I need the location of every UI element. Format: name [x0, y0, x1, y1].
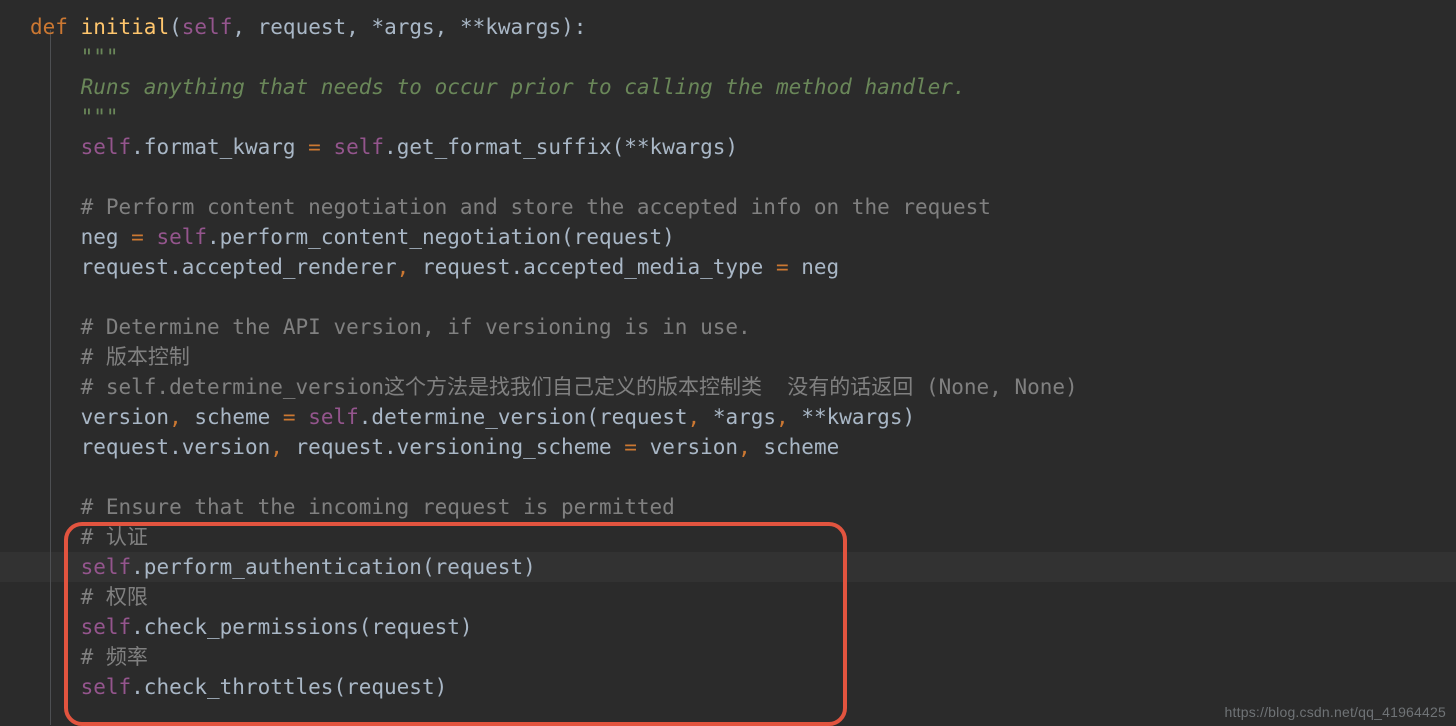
attr-format-kwarg: .format_kwarg: [131, 135, 308, 159]
paren-open: (: [169, 15, 182, 39]
comment-line: # 版本控制: [81, 345, 190, 369]
call-perform-content-negotiation: .perform_content_negotiation(request): [207, 225, 675, 249]
arg-kwargs: **kwargs): [801, 405, 915, 429]
rhs-scheme: scheme: [763, 435, 839, 459]
self-ref: self: [308, 405, 359, 429]
param-args: *args: [371, 15, 434, 39]
comment-line: # Determine the API version, if versioni…: [81, 315, 751, 339]
call-get-format-suffix: .get_format_suffix(**kwargs): [384, 135, 738, 159]
call-determine-version: .determine_version(request: [359, 405, 688, 429]
function-name: initial: [81, 15, 170, 39]
comment-line: # 认证: [81, 525, 148, 549]
comma: ,: [397, 255, 422, 279]
paren-close: ):: [561, 15, 586, 39]
op-assign: =: [624, 435, 649, 459]
param-kwargs: **kwargs: [460, 15, 561, 39]
comma: ,: [346, 15, 371, 39]
param-self: self: [182, 15, 233, 39]
docstring-text: Runs anything that needs to occur prior …: [81, 75, 966, 99]
call-check-throttles: .check_throttles(request): [131, 675, 447, 699]
attr-accepted-media-type: request.accepted_media_type: [422, 255, 776, 279]
param-request: request: [258, 15, 347, 39]
keyword-def: def: [30, 15, 68, 39]
docstring-open: """: [81, 45, 119, 69]
var-neg-rhs: neg: [801, 255, 839, 279]
comma: ,: [270, 435, 295, 459]
var-version: version: [81, 405, 170, 429]
self-ref: self: [156, 225, 207, 249]
arg-args: *args: [713, 405, 776, 429]
op-assign: =: [283, 405, 308, 429]
comma: ,: [738, 435, 763, 459]
code-block[interactable]: def initial(self, request, *args, **kwar…: [0, 12, 1456, 702]
rhs-version: version: [650, 435, 739, 459]
call-check-permissions: .check_permissions(request): [131, 615, 472, 639]
var-scheme: scheme: [194, 405, 283, 429]
op-assign: =: [131, 225, 156, 249]
comment-line: # self.determine_version这个方法是找我们自己定义的版本控…: [81, 375, 1078, 399]
self-ref: self: [81, 615, 132, 639]
comment-line: # 权限: [81, 585, 148, 609]
attr-accepted-renderer: request.accepted_renderer: [81, 255, 397, 279]
code-editor[interactable]: def initial(self, request, *args, **kwar…: [0, 0, 1456, 726]
comment-line: # 频率: [81, 645, 148, 669]
attr-request-versioning-scheme: request.versioning_scheme: [296, 435, 625, 459]
var-neg: neg: [81, 225, 132, 249]
call-perform-authentication: .perform_authentication(request): [131, 555, 536, 579]
docstring-close: """: [81, 105, 119, 129]
comma: ,: [776, 405, 801, 429]
comma: ,: [232, 15, 257, 39]
self-ref: self: [81, 135, 132, 159]
comment-line: # Ensure that the incoming request is pe…: [81, 495, 675, 519]
self-ref: self: [333, 135, 384, 159]
comma: ,: [435, 15, 460, 39]
op-assign: =: [776, 255, 801, 279]
comma: ,: [169, 405, 194, 429]
comma: ,: [688, 405, 713, 429]
self-ref: self: [81, 675, 132, 699]
op-assign: =: [308, 135, 333, 159]
attr-request-version: request.version: [81, 435, 271, 459]
comment-line: # Perform content negotiation and store …: [81, 195, 991, 219]
watermark-text: https://blog.csdn.net/qq_41964425: [1225, 704, 1446, 720]
self-ref: self: [81, 555, 132, 579]
